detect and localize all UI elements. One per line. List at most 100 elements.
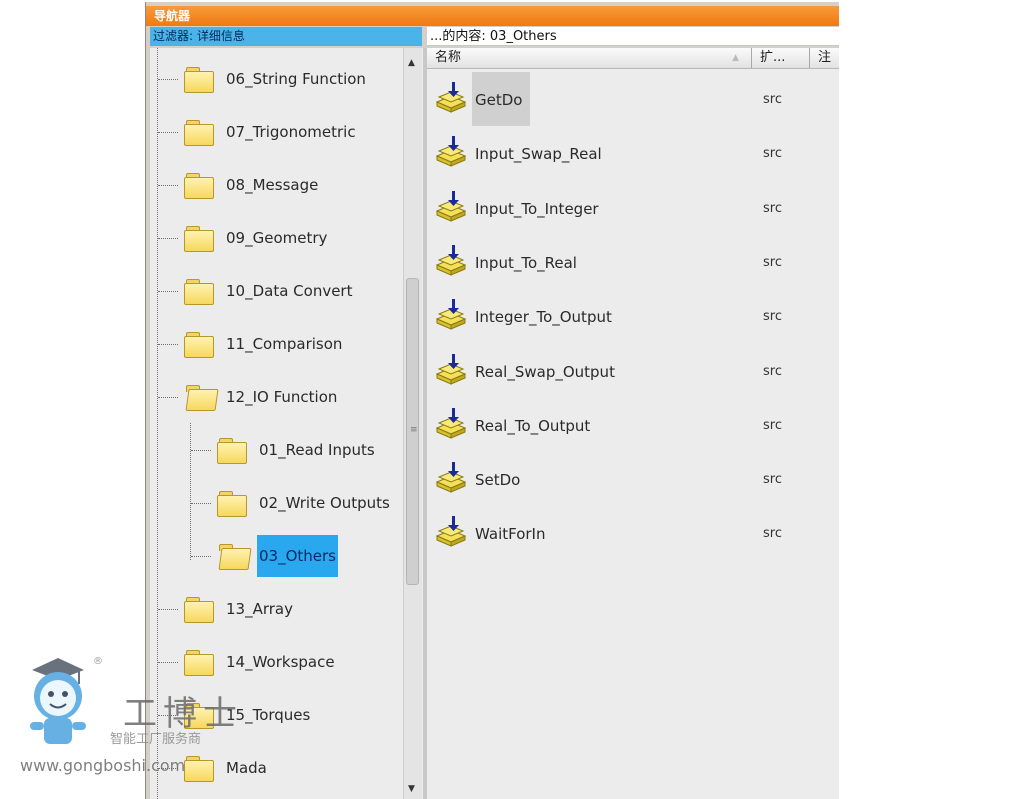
tree-item-07-trigonometric[interactable]: 07_Trigonometric <box>158 114 358 150</box>
list-item[interactable]: GetDo src <box>427 72 839 126</box>
registered-mark: ® <box>93 656 103 667</box>
folder-open-icon <box>217 543 252 570</box>
mascot-icon <box>30 658 86 744</box>
tree-item-08-message[interactable]: 08_Message <box>158 167 320 203</box>
tree-item-06-string-function[interactable]: 06_String Function <box>158 61 368 97</box>
tree-item-label: 11_Comparison <box>226 335 343 353</box>
list-item[interactable]: Input_Swap_Real src <box>427 126 839 180</box>
file-extension: src <box>763 472 782 488</box>
tree-connector <box>158 396 178 398</box>
tree-connector <box>158 131 178 133</box>
file-extension: src <box>763 92 782 107</box>
tree-connector <box>191 502 211 504</box>
file-extension: src <box>763 363 782 379</box>
tree-item-02-write-outputs[interactable]: 02_Write Outputs <box>191 485 392 521</box>
column-header-extension[interactable]: 扩... <box>752 48 810 68</box>
tree-item-label: 08_Message <box>226 176 319 194</box>
folder-icon <box>184 331 214 358</box>
folder-icon <box>217 490 247 517</box>
tree-connector <box>158 184 178 186</box>
file-name: Real_Swap_Output <box>475 362 615 381</box>
file-extension: src <box>763 146 782 162</box>
folder-icon <box>184 225 214 252</box>
src-module-icon <box>435 244 469 279</box>
file-name: Input_To_Real <box>475 253 577 272</box>
file-extension: src <box>763 526 782 542</box>
list-item[interactable]: Integer_To_Output src <box>427 289 839 343</box>
list-item[interactable]: Real_Swap_Output src <box>427 344 839 398</box>
column-header-label: 名称 <box>435 50 462 65</box>
tree-item-label: 02_Write Outputs <box>259 494 390 512</box>
tree-connector <box>191 555 211 557</box>
sort-arrow-icon: ▲ <box>732 53 739 63</box>
src-module-icon <box>435 299 469 333</box>
column-header-label: 注 <box>818 50 832 65</box>
src-module-icon <box>435 82 469 116</box>
tree-scrollbar[interactable]: ▲ ≡ ▼ <box>403 48 422 799</box>
tree-connector <box>191 449 211 451</box>
tree-item-09-geometry[interactable]: 09_Geometry <box>158 220 329 256</box>
src-module-icon <box>435 190 469 225</box>
scrollbar-thumb[interactable]: ≡ <box>406 278 419 585</box>
tree-item-01-read-inputs[interactable]: 01_Read Inputs <box>191 432 377 468</box>
file-name: Real_To_Output <box>475 416 591 435</box>
content-path-bar: ...的内容: 03_Others <box>427 27 839 46</box>
folder-icon <box>184 278 214 305</box>
tree-connector <box>158 78 178 80</box>
tree-connector <box>158 343 178 345</box>
tree-item-label: 03_Others <box>257 535 338 577</box>
file-name: Input_Swap_Real <box>475 145 602 164</box>
column-header-comment[interactable]: 注 <box>810 48 839 68</box>
tree-item-label: 10_Data Convert <box>226 282 353 300</box>
folder-icon <box>184 172 214 199</box>
list-header: 名称 ▲ 扩... 注 <box>427 48 839 69</box>
title-bar[interactable]: 导航器 <box>146 6 839 26</box>
column-header-label: 扩... <box>760 50 786 65</box>
tree-item-label: 12_IO Function <box>226 388 338 406</box>
tree-item-10-data-convert[interactable]: 10_Data Convert <box>158 273 354 309</box>
folder-open-icon <box>184 384 219 411</box>
tree-item-12-io-function[interactable]: 12_IO Function <box>158 379 339 415</box>
list-item[interactable]: WaitForIn src <box>427 506 839 560</box>
tree-connector <box>158 237 178 239</box>
file-name: WaitForIn <box>475 525 546 544</box>
file-name: SetDo <box>475 471 521 490</box>
file-extension: src <box>763 309 782 325</box>
tree-item-label: 06_String Function <box>226 70 366 88</box>
column-header-name[interactable]: 名称 ▲ <box>427 48 752 68</box>
watermark-tagline: 智能工厂服务商 <box>110 732 202 747</box>
file-name: GetDo <box>475 91 523 109</box>
tree-item-label: 09_Geometry <box>226 229 328 247</box>
list-item[interactable]: Real_To_Output src <box>427 398 839 452</box>
tree-item-label: 01_Read Inputs <box>259 441 375 459</box>
watermark: ® 工博士 智能工厂服务商 www.gongboshi.com <box>18 656 248 786</box>
tree-item-label: 13_Array <box>226 600 293 618</box>
grip-icon: ≡ <box>410 425 418 435</box>
file-extension: src <box>763 417 782 433</box>
file-list: 名称 ▲ 扩... 注 GetDo src Input_Swap_Real src In… <box>427 48 839 799</box>
tree-item-11-comparison[interactable]: 11_Comparison <box>158 326 344 362</box>
tree-connector <box>158 608 178 610</box>
navigator-window: 导航器 过滤器: 详细信息 ...的内容: 03_Others 06_Strin… <box>145 2 839 799</box>
src-module-icon <box>435 516 469 550</box>
folder-icon <box>184 596 214 623</box>
window-title: 导航器 <box>154 9 191 23</box>
src-module-icon <box>435 462 469 496</box>
tree-item-03-others[interactable]: 03_Others <box>191 535 338 577</box>
list-item[interactable]: Input_To_Integer src <box>427 181 839 235</box>
tree-item-13-array[interactable]: 13_Array <box>158 591 295 627</box>
scroll-up-arrow-icon[interactable]: ▲ <box>408 58 415 68</box>
scroll-down-arrow-icon[interactable]: ▼ <box>408 784 415 794</box>
watermark-url: www.gongboshi.com <box>20 756 186 775</box>
filter-bar[interactable]: 过滤器: 详细信息 <box>150 27 422 46</box>
file-name: Integer_To_Output <box>475 308 612 327</box>
file-extension: src <box>763 200 782 216</box>
src-module-icon <box>435 136 469 170</box>
src-module-icon <box>435 353 469 388</box>
src-module-icon <box>435 407 469 442</box>
folder-icon <box>217 437 247 464</box>
list-item[interactable]: SetDo src <box>427 452 839 506</box>
file-name: Input_To_Integer <box>475 199 599 218</box>
list-item[interactable]: Input_To_Real src <box>427 235 839 289</box>
tree-item-label: 07_Trigonometric <box>226 123 356 141</box>
